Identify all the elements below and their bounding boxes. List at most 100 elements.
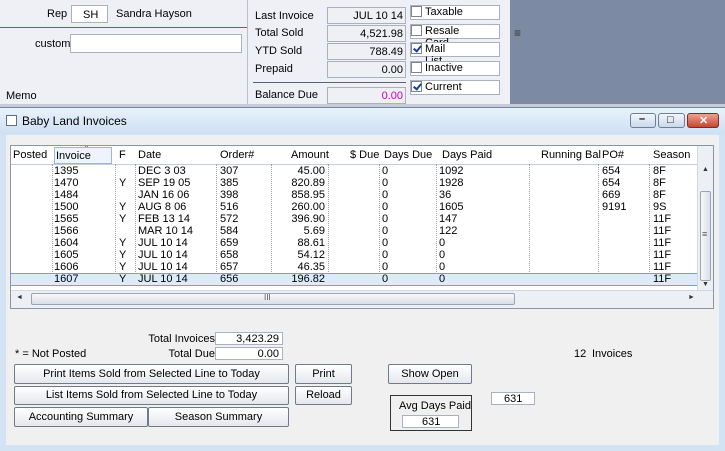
- vertical-scroll-thumb[interactable]: ≡: [700, 191, 711, 281]
- column-header-running-bal[interactable]: Running Bal: [541, 149, 601, 161]
- rep-label: Rep: [47, 8, 68, 20]
- grid-header: Posted Invoice ⌃ F Date Order# Amount $ …: [11, 146, 713, 165]
- table-row[interactable]: 1565 Y FEB 13 14 572 396.90 0 147 11F: [11, 214, 697, 225]
- checkbox-icon[interactable]: [411, 6, 422, 17]
- reload-button[interactable]: Reload: [295, 386, 352, 405]
- cell-po: 669: [602, 189, 621, 201]
- table-row[interactable]: 1395 DEC 3 03 307 45.00 0 1092 654 8F: [11, 166, 697, 177]
- table-row[interactable]: 1604 Y JUL 10 14 659 88.61 0 0 11F: [11, 238, 697, 249]
- table-row[interactable]: 1484 JAN 16 06 398 858.95 0 36 669 8F: [11, 190, 697, 201]
- cell-po: 654: [602, 165, 621, 177]
- title-bar[interactable]: Baby Land Invoices – □ ✕: [0, 108, 725, 134]
- cell-days-due: 0: [382, 165, 389, 177]
- cell-date: JUL 10 14: [138, 273, 188, 285]
- cell-season: 11F: [653, 261, 672, 273]
- cell-order: 584: [220, 225, 239, 237]
- cell-date: MAR 10 14: [138, 225, 194, 237]
- table-row[interactable]: 1606 Y JUL 10 14 657 46.35 0 0 11F: [11, 262, 697, 273]
- table-row[interactable]: 1500 Y AUG 8 06 516 260.00 0 1605 9191 9S: [11, 202, 697, 213]
- ytd-sold-label: YTD Sold: [255, 45, 303, 57]
- cell-amount: 5.69: [303, 225, 325, 237]
- cell-amount: 396.90: [291, 213, 325, 225]
- table-row[interactable]: 1470 Y SEP 19 05 385 820.89 0 1928 654 8F: [11, 178, 697, 189]
- cell-order: 516: [220, 201, 239, 213]
- column-header-amount[interactable]: Amount: [291, 149, 329, 161]
- cell-f: Y: [119, 237, 127, 249]
- cell-date: FEB 13 14: [138, 213, 190, 225]
- cell-po: 654: [602, 177, 621, 189]
- show-open-button[interactable]: Show Open: [388, 364, 472, 384]
- section-divider: [0, 27, 247, 28]
- customer-form: Rep SH Sandra Hayson custom Memo Last In…: [0, 0, 725, 104]
- not-posted-note: * = Not Posted: [15, 348, 87, 360]
- column-header-po[interactable]: PO#: [602, 149, 624, 161]
- cell-order: 658: [220, 249, 239, 261]
- vertical-scrollbar[interactable]: ▲ ≡ ▼: [697, 146, 713, 290]
- prepaid-label: Prepaid: [255, 63, 293, 75]
- total-invoices-label: Total Invoices: [148, 333, 215, 345]
- cell-invoice: 1605: [54, 249, 79, 261]
- checkbox-icon[interactable]: [411, 62, 422, 73]
- column-header-days-paid[interactable]: Days Paid: [442, 149, 492, 161]
- sort-ascending-icon: ⌃: [83, 145, 90, 153]
- close-icon: ✕: [699, 115, 709, 127]
- scroll-right-icon[interactable]: ►: [688, 294, 695, 301]
- column-header-f[interactable]: F: [119, 149, 126, 161]
- cell-order: 657: [220, 261, 239, 273]
- cell-date: JAN 16 06: [138, 189, 190, 201]
- checkbox-icon[interactable]: [411, 43, 422, 54]
- cell-invoice: 1604: [54, 237, 79, 249]
- scroll-left-icon[interactable]: ◄: [16, 294, 23, 301]
- memo-label: Memo: [6, 90, 37, 102]
- total-invoices-field: 3,423.29: [215, 332, 283, 345]
- column-header-due[interactable]: $ Due: [350, 149, 379, 161]
- checkbox-icon[interactable]: [411, 25, 422, 36]
- scroll-down-icon[interactable]: ▼: [702, 281, 709, 288]
- cell-season: 8F: [653, 165, 666, 177]
- horizontal-scrollbar[interactable]: ◄ III ►: [11, 290, 713, 308]
- total-sold-label: Total Sold: [255, 27, 304, 39]
- cell-order: 307: [220, 165, 239, 177]
- cell-invoice: 1566: [54, 225, 79, 237]
- table-row[interactable]: 1607 Y JUL 10 14 656 196.82 0 0 11F: [11, 273, 698, 286]
- maximize-button[interactable]: □: [658, 113, 685, 128]
- rep-code-field[interactable]: SH: [71, 5, 108, 23]
- scroll-up-icon[interactable]: ▲: [702, 166, 709, 173]
- print-items-sold-button[interactable]: Print Items Sold from Selected Line to T…: [14, 364, 289, 384]
- cell-invoice: 1500: [54, 201, 79, 213]
- ytd-sold-field: 788.49: [327, 43, 406, 60]
- cell-amount: 46.35: [297, 261, 325, 273]
- cell-invoice: 1565: [54, 213, 79, 225]
- cell-amount: 820.89: [291, 177, 325, 189]
- cell-amount: 45.00: [297, 165, 325, 177]
- horizontal-scroll-thumb[interactable]: III: [31, 293, 515, 305]
- print-button[interactable]: Print: [295, 364, 352, 384]
- cell-order: 385: [220, 177, 239, 189]
- checkbox-icon[interactable]: [411, 81, 422, 92]
- column-header-season[interactable]: Season: [653, 149, 690, 161]
- cell-days-due: 0: [382, 177, 389, 189]
- menu-icon[interactable]: ≡: [514, 26, 521, 40]
- column-header-posted[interactable]: Posted: [13, 149, 47, 161]
- season-summary-button[interactable]: Season Summary: [148, 407, 289, 427]
- custom-label: custom: [35, 38, 71, 50]
- accounting-summary-button[interactable]: Accounting Summary: [14, 407, 148, 427]
- cell-days-paid: 1092: [439, 165, 464, 177]
- table-row[interactable]: 1566 MAR 10 14 584 5.69 0 122 11F: [11, 226, 697, 237]
- invoice-grid[interactable]: Posted Invoice ⌃ F Date Order# Amount $ …: [10, 145, 714, 309]
- window-title: Baby Land Invoices: [22, 114, 127, 128]
- table-row[interactable]: 1605 Y JUL 10 14 658 54.12 0 0 11F: [11, 250, 697, 261]
- cell-po: 9191: [602, 201, 627, 213]
- custom-field[interactable]: [70, 34, 242, 53]
- column-header-date[interactable]: Date: [138, 149, 161, 161]
- minimize-button[interactable]: –: [630, 113, 656, 128]
- cell-amount: 54.12: [297, 249, 325, 261]
- list-items-sold-button[interactable]: List Items Sold from Selected Line to To…: [14, 386, 289, 405]
- total-due-field: 0.00: [215, 347, 283, 360]
- column-header-order[interactable]: Order#: [220, 149, 254, 161]
- column-header-days-due[interactable]: Days Due: [384, 149, 432, 161]
- cell-date: AUG 8 06: [138, 201, 187, 213]
- close-button[interactable]: ✕: [687, 113, 719, 128]
- avg-days-paid-label: Avg Days Paid: [399, 400, 471, 412]
- cell-days-due: 0: [382, 261, 389, 273]
